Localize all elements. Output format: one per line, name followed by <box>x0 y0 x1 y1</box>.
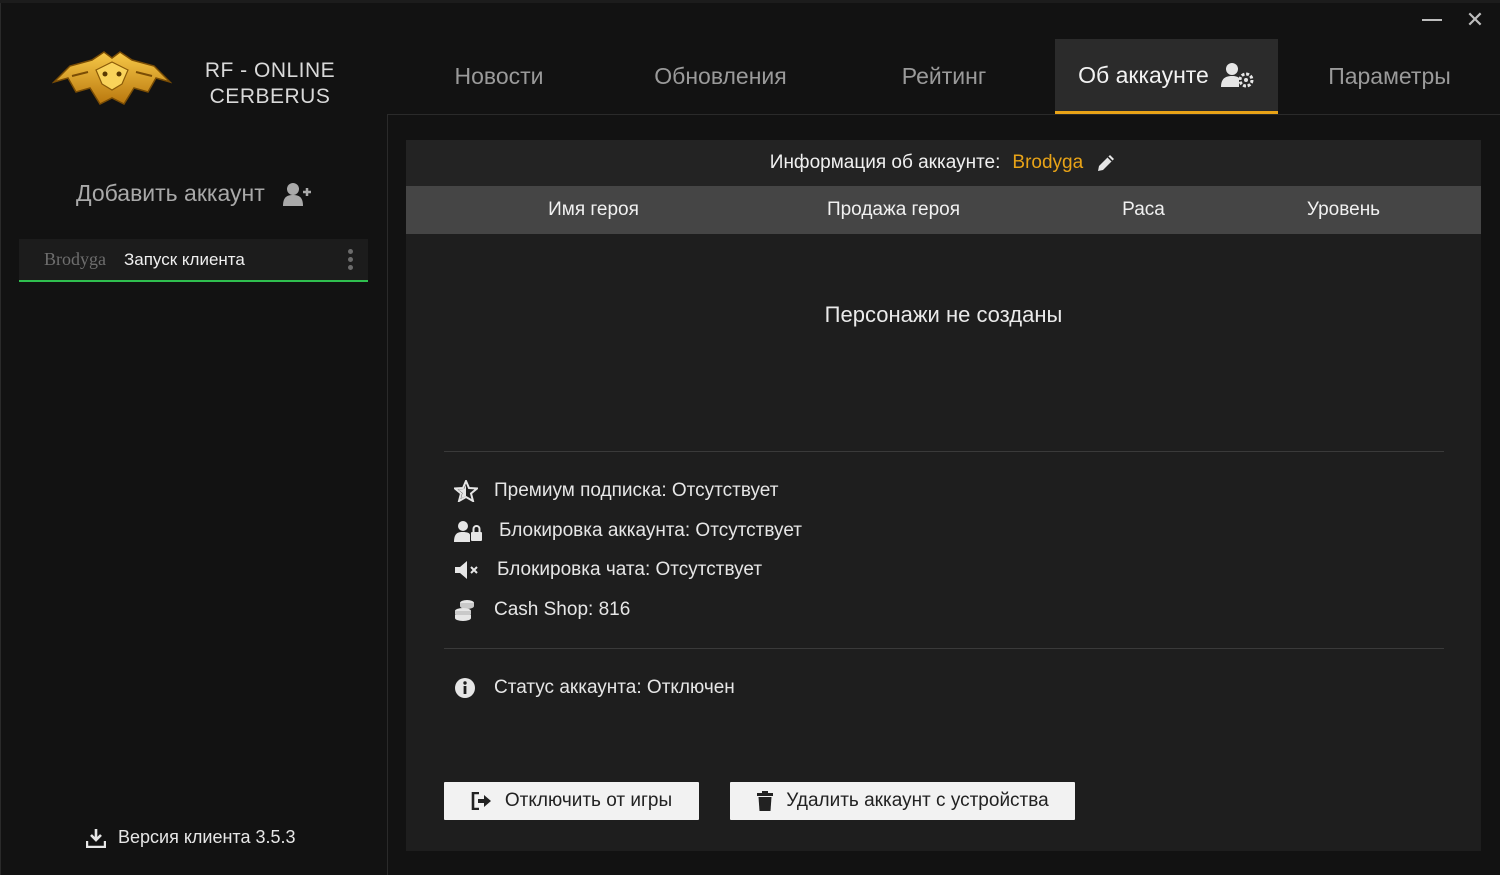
tab-label: Новости <box>454 63 544 89</box>
disconnect-button[interactable]: Отключить от игры <box>444 782 699 820</box>
tab-news[interactable]: Новости <box>420 39 578 114</box>
add-account-button[interactable]: Добавить аккаунт <box>76 180 313 207</box>
no-characters-message: Персонажи не созданы <box>824 302 1063 327</box>
account-block-text: Блокировка аккаунта: Отсутствует <box>499 520 802 541</box>
tab-updates[interactable]: Обновления <box>633 39 808 114</box>
account-menu-button[interactable] <box>344 247 356 273</box>
content-divider <box>387 114 388 875</box>
kebab-dot <box>347 257 353 262</box>
tab-label: Об аккаунте <box>1078 61 1209 88</box>
volume-mute-icon <box>454 560 488 580</box>
sign-out-icon <box>471 792 493 810</box>
cash-shop-text: Cash Shop: 816 <box>494 599 631 620</box>
user-plus-icon <box>282 182 313 206</box>
characters-table-header: Имя героя Продажа героя Раса Уровень <box>406 186 1481 234</box>
cerberus-emblem-icon <box>52 51 172 105</box>
close-button[interactable]: ✕ <box>1460 6 1490 34</box>
tab-label: Обновления <box>654 63 787 89</box>
star-icon <box>454 480 484 502</box>
column-hero-name[interactable]: Имя героя <box>496 186 691 234</box>
account-username: Brodyga <box>1012 152 1084 173</box>
tab-label: Рейтинг <box>901 63 987 89</box>
minimize-button[interactable] <box>1417 6 1447 34</box>
coins-icon <box>454 599 484 621</box>
account-panel: Информация об аккаунте: Brodyga Имя геро… <box>406 140 1481 851</box>
user-gear-icon <box>1220 61 1255 89</box>
delete-account-label: Удалить аккаунт с устройства <box>786 790 1049 811</box>
cash-shop-info: Cash Shop: 816 <box>454 599 630 621</box>
delete-account-button[interactable]: Удалить аккаунт с устройства <box>730 782 1075 820</box>
client-version: Версия клиента 3.5.3 <box>86 827 296 848</box>
column-hero-sale[interactable]: Продажа героя <box>796 186 991 234</box>
account-block-info: Блокировка аккаунта: Отсутствует <box>454 520 802 542</box>
version-label: Версия клиента 3.5.3 <box>118 827 296 847</box>
kebab-dot <box>347 265 353 270</box>
account-info-header: Информация об аккаунте: Brodyga <box>406 140 1481 186</box>
column-race[interactable]: Раса <box>1086 186 1201 234</box>
chat-block-text: Блокировка чата: Отсутствует <box>497 559 763 580</box>
content-divider <box>387 114 1500 115</box>
premium-text: Премиум подписка: Отсутствует <box>494 480 779 501</box>
tab-account[interactable]: Об аккаунте <box>1055 39 1278 114</box>
download-icon <box>86 828 106 848</box>
info-icon <box>454 677 484 699</box>
add-account-label: Добавить аккаунт <box>76 180 265 206</box>
close-icon: ✕ <box>1465 7 1485 32</box>
user-lock-icon <box>454 520 490 542</box>
logo-line-2: CERBERUS <box>209 85 331 108</box>
pencil-icon <box>1098 155 1115 171</box>
logo-line-1: RF - ONLINE <box>204 59 336 82</box>
minimize-icon <box>1422 19 1442 21</box>
tab-label: Параметры <box>1328 63 1451 89</box>
kebab-dot <box>347 249 353 254</box>
app-logo: RF - ONLINE CERBERUS <box>52 48 352 112</box>
premium-info: Премиум подписка: Отсутствует <box>454 480 778 502</box>
edit-username-button[interactable] <box>1095 152 1117 174</box>
section-divider <box>444 451 1444 452</box>
section-divider <box>444 648 1444 649</box>
launch-client-button[interactable]: Запуск клиента <box>124 250 245 270</box>
title-strip <box>0 0 1500 3</box>
account-name: Brodyga <box>44 249 106 269</box>
tab-rating[interactable]: Рейтинг <box>869 39 1019 114</box>
account-status: Статус аккаунта: Отключен <box>454 677 735 699</box>
tab-settings[interactable]: Параметры <box>1317 39 1462 114</box>
chat-block-info: Блокировка чата: Отсутствует <box>454 559 762 581</box>
disconnect-label: Отключить от игры <box>504 790 673 811</box>
account-info-label: Информация об аккаунте: <box>769 152 1001 173</box>
main-tabs: Новости Обновления Рейтинг Об аккаунте П… <box>387 39 1500 114</box>
account-status-text: Статус аккаунта: Отключен <box>494 677 735 698</box>
account-list-item[interactable]: Brodyga Запуск клиента <box>19 239 368 282</box>
column-level[interactable]: Уровень <box>1276 186 1411 234</box>
trash-icon <box>756 791 774 811</box>
